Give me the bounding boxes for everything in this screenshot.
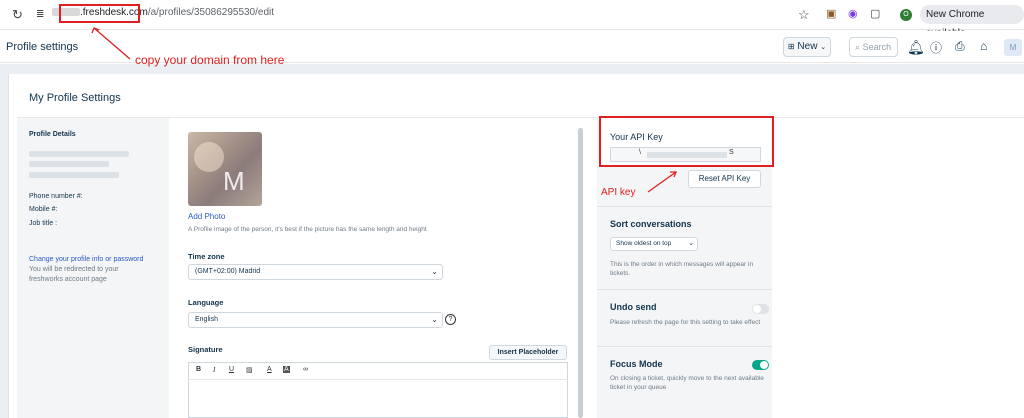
timezone-label: Time zone [188, 252, 225, 261]
sort-order-select[interactable]: Show oldest on top ⌄ [610, 237, 698, 251]
redirect-note: You will be redirected to your freshwork… [29, 266, 119, 283]
scrollbar[interactable] [578, 128, 583, 418]
extensions-puzzle-icon[interactable]: ▢ [870, 7, 880, 20]
redacted-name [29, 151, 129, 157]
redacted-api-key [647, 152, 727, 158]
photo-note: A Profile image of the person, it's best… [188, 226, 427, 233]
section-divider [597, 289, 772, 290]
extension-color-icon[interactable]: ◉ [848, 7, 858, 20]
profile-photo[interactable]: M [188, 132, 262, 206]
question-icon[interactable]: ? [445, 314, 456, 325]
search-label: Search [862, 42, 892, 52]
section-divider [597, 206, 772, 207]
api-key-end: S [729, 149, 734, 156]
help-icon[interactable]: ⓘ [930, 39, 942, 56]
new-button-label: New [797, 41, 818, 52]
job-title-label: Job title : [29, 220, 58, 227]
chevron-down-icon: ⌄ [820, 44, 827, 51]
chevron-down-icon: ⌄ [431, 315, 438, 324]
image-icon[interactable]: ▨ [246, 366, 253, 374]
highlight-icon[interactable]: A [283, 366, 290, 373]
italic-button[interactable]: I [213, 366, 215, 374]
api-key-field[interactable]: \ S [610, 147, 761, 162]
language-value: English [195, 316, 218, 323]
domain-highlight-box [59, 4, 140, 23]
focus-mode-title: Focus Mode [610, 359, 663, 369]
plus-box-icon: ⊞ [787, 42, 795, 51]
card-title: My Profile Settings [29, 92, 121, 104]
editor-toolbar [188, 362, 568, 380]
add-photo-link[interactable]: Add Photo [188, 212, 225, 221]
bold-button[interactable]: B [196, 366, 201, 373]
api-key-start: \ [639, 149, 641, 156]
focus-mode-note: On closing a ticket, quickly move to the… [610, 375, 764, 391]
new-chrome-available-button[interactable]: New Chrome available [920, 5, 1024, 39]
timezone-select[interactable]: (GMT+02:00) Madrid ⌄ [188, 264, 443, 280]
reload-icon[interactable]: ↻ [12, 7, 23, 23]
sort-note: This is the order in which messages will… [610, 261, 754, 277]
section-divider [597, 346, 772, 347]
notification-bell-icon[interactable]: 🔔︎ [907, 39, 925, 56]
bookmark-star-icon[interactable]: ☆ [798, 7, 810, 23]
browser-toolbar: ↻ ≣ .freshdesk.com/a/profiles/3508629553… [0, 0, 1024, 39]
profile-badge[interactable]: O [900, 9, 912, 21]
chevron-down-icon: ⌄ [431, 267, 438, 276]
sort-value: Show oldest on top [616, 240, 672, 247]
redacted-email [29, 161, 109, 167]
api-key-annotation: API key [601, 187, 636, 198]
font-color-icon[interactable]: A [267, 366, 272, 373]
chevron-down-icon: ⌄ [688, 240, 694, 247]
phone-label: Phone number #: [29, 193, 83, 200]
mobile-label: Mobile #: [29, 206, 58, 213]
undo-send-toggle[interactable] [752, 304, 769, 314]
focus-mode-toggle[interactable] [752, 360, 769, 370]
sort-conversations-title: Sort conversations [610, 219, 692, 229]
site-info-icon[interactable]: ≣ [36, 9, 44, 20]
copy-domain-annotation: copy your domain from here [135, 53, 285, 67]
reset-api-key-button[interactable]: Reset API Key [688, 170, 761, 188]
extension-icon[interactable]: ▣ [826, 7, 836, 20]
language-label: Language [188, 298, 224, 307]
signature-label: Signature [188, 345, 223, 354]
api-key-title: Your API Key [610, 132, 663, 142]
marketplace-icon[interactable]: ⌂ [980, 39, 987, 53]
photo-initial: M [223, 166, 245, 196]
language-select[interactable]: English ⌄ [188, 312, 443, 328]
link-icon[interactable]: ∞ [303, 366, 308, 373]
underline-button[interactable]: U [229, 366, 234, 373]
page-header-title: Profile settings [6, 41, 79, 53]
toggle-knob [760, 361, 768, 369]
insert-placeholder-button[interactable]: Insert Placeholder [489, 345, 567, 360]
profile-details-title: Profile Details [29, 131, 76, 138]
photo-bokeh [194, 142, 224, 172]
timezone-value: (GMT+02:00) Madrid [195, 268, 261, 275]
search-button[interactable]: ⌕ Search [849, 37, 898, 57]
toggle-knob [753, 305, 761, 313]
search-icon: ⌕ [855, 42, 861, 52]
change-profile-link[interactable]: Change your profile info or password [29, 256, 143, 263]
undo-send-title: Undo send [610, 302, 657, 312]
undo-send-note: Please refresh the page for this setting… [610, 319, 761, 326]
new-button[interactable]: ⊞ New ⌄ [783, 37, 831, 57]
avatar[interactable]: M [1004, 39, 1022, 56]
url-path: /a/profiles/35086295530/edit [147, 7, 275, 18]
print-icon[interactable]: ⎙ [955, 39, 965, 54]
redacted-detail [29, 172, 119, 178]
